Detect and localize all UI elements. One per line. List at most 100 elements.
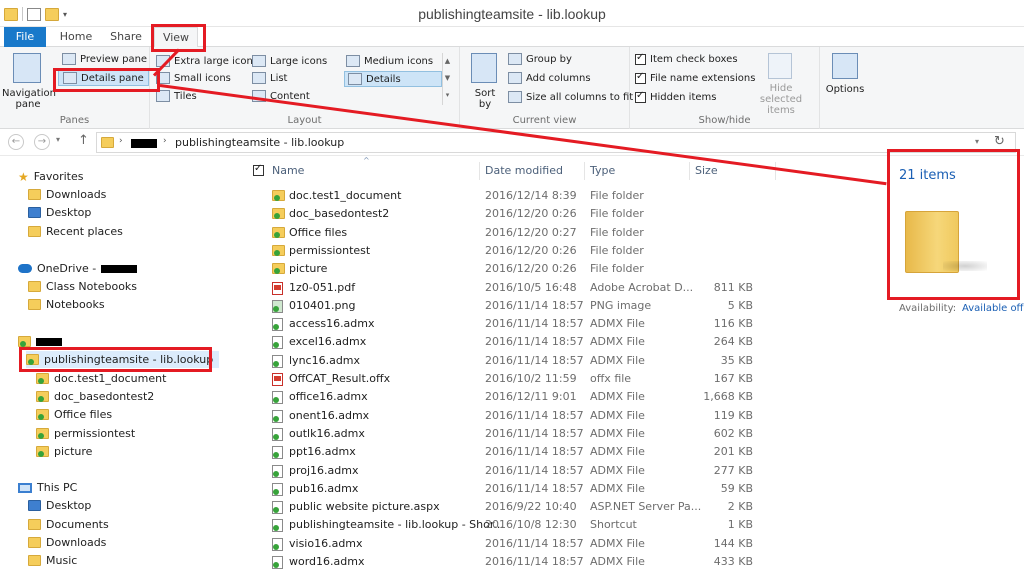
file-type: Adobe Acrobat D... bbox=[590, 280, 694, 294]
column-header-size[interactable]: Size bbox=[695, 164, 718, 177]
table-row[interactable]: 1z0-051.pdf 2016/10/5 16:48 Adobe Acrobat … bbox=[245, 279, 885, 297]
column-header-type[interactable]: Type bbox=[590, 164, 615, 177]
small-icons-button[interactable]: Small icons bbox=[156, 72, 231, 84]
nav-child-folder[interactable]: picture bbox=[36, 443, 92, 460]
window-title: publishingteamsite - lib.lookup bbox=[418, 6, 606, 22]
file-date: 2016/10/8 12:30 bbox=[485, 518, 577, 532]
nav-child-folder[interactable]: doc.test1_document bbox=[36, 370, 166, 387]
file-type: ADMX File bbox=[590, 555, 645, 568]
refresh-icon[interactable]: ↻ bbox=[994, 134, 1005, 149]
recent-locations-chevron-icon[interactable]: ▾ bbox=[56, 135, 60, 144]
column-header-date[interactable]: Date modified bbox=[485, 164, 563, 177]
column-header-name[interactable]: Name bbox=[272, 164, 304, 177]
pdf-icon bbox=[272, 281, 283, 295]
table-row[interactable]: Office files 2016/12/20 0:27 File folder bbox=[245, 224, 885, 242]
nav-onedrive[interactable]: OneDrive - bbox=[18, 260, 138, 277]
file-size: 116 KB bbox=[713, 317, 753, 331]
address-bar[interactable]: › › publishingteamsite - lib.lookup ▾ ↻ bbox=[96, 132, 1016, 153]
table-row[interactable]: publishingteamsite - lib.lookup - Shor..… bbox=[245, 516, 885, 534]
divider[interactable] bbox=[689, 162, 690, 180]
table-row[interactable]: lync16.admx 2016/11/14 18:57 ADMX File 35 K… bbox=[245, 352, 885, 370]
table-row[interactable]: public website picture.aspx 2016/9/22 10:… bbox=[245, 498, 885, 516]
nav-pc-desktop[interactable]: Desktop bbox=[28, 497, 91, 514]
navigation-pane-label: Navigation pane bbox=[2, 88, 56, 110]
table-row[interactable]: doc.test1_document 2016/12/14 8:39 File fo… bbox=[245, 187, 885, 205]
availability-value[interactable]: Available off bbox=[962, 303, 1023, 314]
file-type: File folder bbox=[590, 262, 644, 276]
group-by-button[interactable]: Group by bbox=[508, 53, 572, 65]
details-view-button[interactable]: Details bbox=[344, 71, 442, 87]
recent-places-icon bbox=[28, 226, 41, 237]
file-date: 2016/12/20 0:26 bbox=[485, 262, 577, 276]
nav-favorites[interactable]: ★ Favorites bbox=[18, 168, 83, 185]
details-view-label: Details bbox=[366, 73, 401, 85]
item-check-boxes-toggle[interactable]: Item check boxes bbox=[635, 52, 738, 65]
table-row[interactable]: permissiontest 2016/12/20 0:26 File folder bbox=[245, 242, 885, 260]
table-row[interactable]: excel16.admx 2016/11/14 18:57 ADMX File 264… bbox=[245, 333, 885, 351]
hide-selected-items-button[interactable]: Hide selected items bbox=[748, 53, 814, 116]
table-row[interactable]: pub16.admx 2016/11/14 18:57 ADMX File 59 KB bbox=[245, 480, 885, 498]
divider[interactable] bbox=[479, 162, 480, 180]
nav-child-folder[interactable]: doc_basedontest2 bbox=[36, 388, 154, 405]
nav-notebooks[interactable]: Notebooks bbox=[28, 296, 105, 313]
table-row[interactable]: picture 2016/12/20 0:26 File folder bbox=[245, 260, 885, 278]
medium-icons-button[interactable]: Medium icons bbox=[346, 55, 433, 67]
nav-child-folder[interactable]: Office files bbox=[36, 406, 112, 423]
add-columns-button[interactable]: Add columns bbox=[508, 72, 591, 84]
table-row[interactable]: outlk16.admx 2016/11/14 18:57 ADMX File 602… bbox=[245, 425, 885, 443]
hidden-items-toggle[interactable]: Hidden items bbox=[635, 90, 716, 103]
nav-recent-places[interactable]: Recent places bbox=[28, 223, 123, 240]
file-icon bbox=[272, 464, 283, 478]
file-date: 2016/10/2 11:59 bbox=[485, 372, 577, 385]
table-row[interactable]: proj16.admx 2016/11/14 18:57 ADMX File 277 … bbox=[245, 462, 885, 480]
table-row[interactable]: office16.admx 2016/12/11 9:01 ADMX File 1,6… bbox=[245, 388, 885, 406]
breadcrumb[interactable]: publishingteamsite - lib.lookup bbox=[175, 136, 344, 149]
file-type: ADMX File bbox=[590, 463, 645, 477]
file-icon bbox=[272, 354, 283, 368]
sort-by-button[interactable]: Sort by bbox=[468, 51, 502, 111]
size-all-columns-button[interactable]: Size all columns to fit bbox=[508, 91, 633, 103]
table-row[interactable]: ppt16.admx 2016/11/14 18:57 ADMX File 201 K… bbox=[245, 443, 885, 461]
nav-pc-documents[interactable]: Documents bbox=[28, 516, 109, 533]
nav-desktop[interactable]: Desktop bbox=[28, 204, 91, 221]
table-row[interactable]: onent16.admx 2016/11/14 18:57 ADMX File 119… bbox=[245, 407, 885, 425]
tab-home[interactable]: Home bbox=[54, 27, 98, 47]
table-row[interactable]: word16.admx 2016/11/14 18:57 ADMX File 433 … bbox=[245, 553, 885, 571]
table-row[interactable]: access16.admx 2016/11/14 18:57 ADMX File 11… bbox=[245, 315, 885, 333]
nav-this-pc[interactable]: This PC bbox=[18, 479, 77, 496]
chevron-down-icon[interactable]: ▾ bbox=[975, 137, 979, 146]
table-row[interactable]: OffCAT_Result.offx 2016/10/2 11:59 offx fi… bbox=[245, 370, 885, 388]
back-arrow-icon[interactable]: ← bbox=[8, 134, 24, 150]
navigation-pane-button[interactable]: Navigation pane bbox=[2, 51, 56, 111]
file-size: 167 KB bbox=[713, 372, 753, 385]
table-row[interactable]: 010401.png 2016/11/14 18:57 PNG image 5 KB bbox=[245, 297, 885, 315]
forward-arrow-icon[interactable]: → bbox=[34, 134, 50, 150]
table-row[interactable]: visio16.admx 2016/11/14 18:57 ADMX File 144… bbox=[245, 535, 885, 553]
table-row[interactable]: doc_basedontest2 2016/12/20 0:26 File fold… bbox=[245, 205, 885, 223]
file-date: 2016/10/5 16:48 bbox=[485, 280, 577, 294]
divider[interactable] bbox=[584, 162, 585, 180]
file-name: Office files bbox=[289, 225, 348, 239]
file-date: 2016/12/20 0:26 bbox=[485, 243, 577, 257]
divider[interactable] bbox=[775, 162, 776, 180]
nav-child-label: doc.test1_document bbox=[54, 372, 167, 385]
layout-scroll[interactable]: ▲ ▼ ▾ bbox=[442, 53, 452, 105]
checkbox-checked-icon bbox=[635, 71, 646, 84]
select-all-checkbox[interactable] bbox=[253, 163, 264, 176]
preview-pane-button[interactable]: Preview pane bbox=[62, 53, 147, 65]
nav-downloads[interactable]: Downloads bbox=[28, 186, 106, 203]
tab-share[interactable]: Share bbox=[104, 27, 148, 47]
nav-class-notebooks[interactable]: Class Notebooks bbox=[28, 278, 137, 295]
up-arrow-icon[interactable]: ↑ bbox=[78, 133, 89, 148]
list-button[interactable]: List bbox=[252, 72, 287, 84]
nav-pc-music[interactable]: Music bbox=[28, 552, 77, 569]
tab-file[interactable]: File bbox=[4, 27, 46, 47]
options-button[interactable]: Options bbox=[824, 51, 866, 107]
nav-child-folder[interactable]: permissiontest bbox=[36, 425, 135, 442]
file-date: 2016/11/14 18:57 bbox=[485, 335, 584, 349]
nav-pc-downloads[interactable]: Downloads bbox=[28, 534, 106, 551]
file-name-extensions-toggle[interactable]: File name extensions bbox=[635, 71, 755, 84]
large-icons-button[interactable]: Large icons bbox=[252, 55, 327, 67]
tiles-button[interactable]: Tiles bbox=[156, 90, 197, 102]
file-date: 2016/11/14 18:57 bbox=[485, 353, 584, 367]
